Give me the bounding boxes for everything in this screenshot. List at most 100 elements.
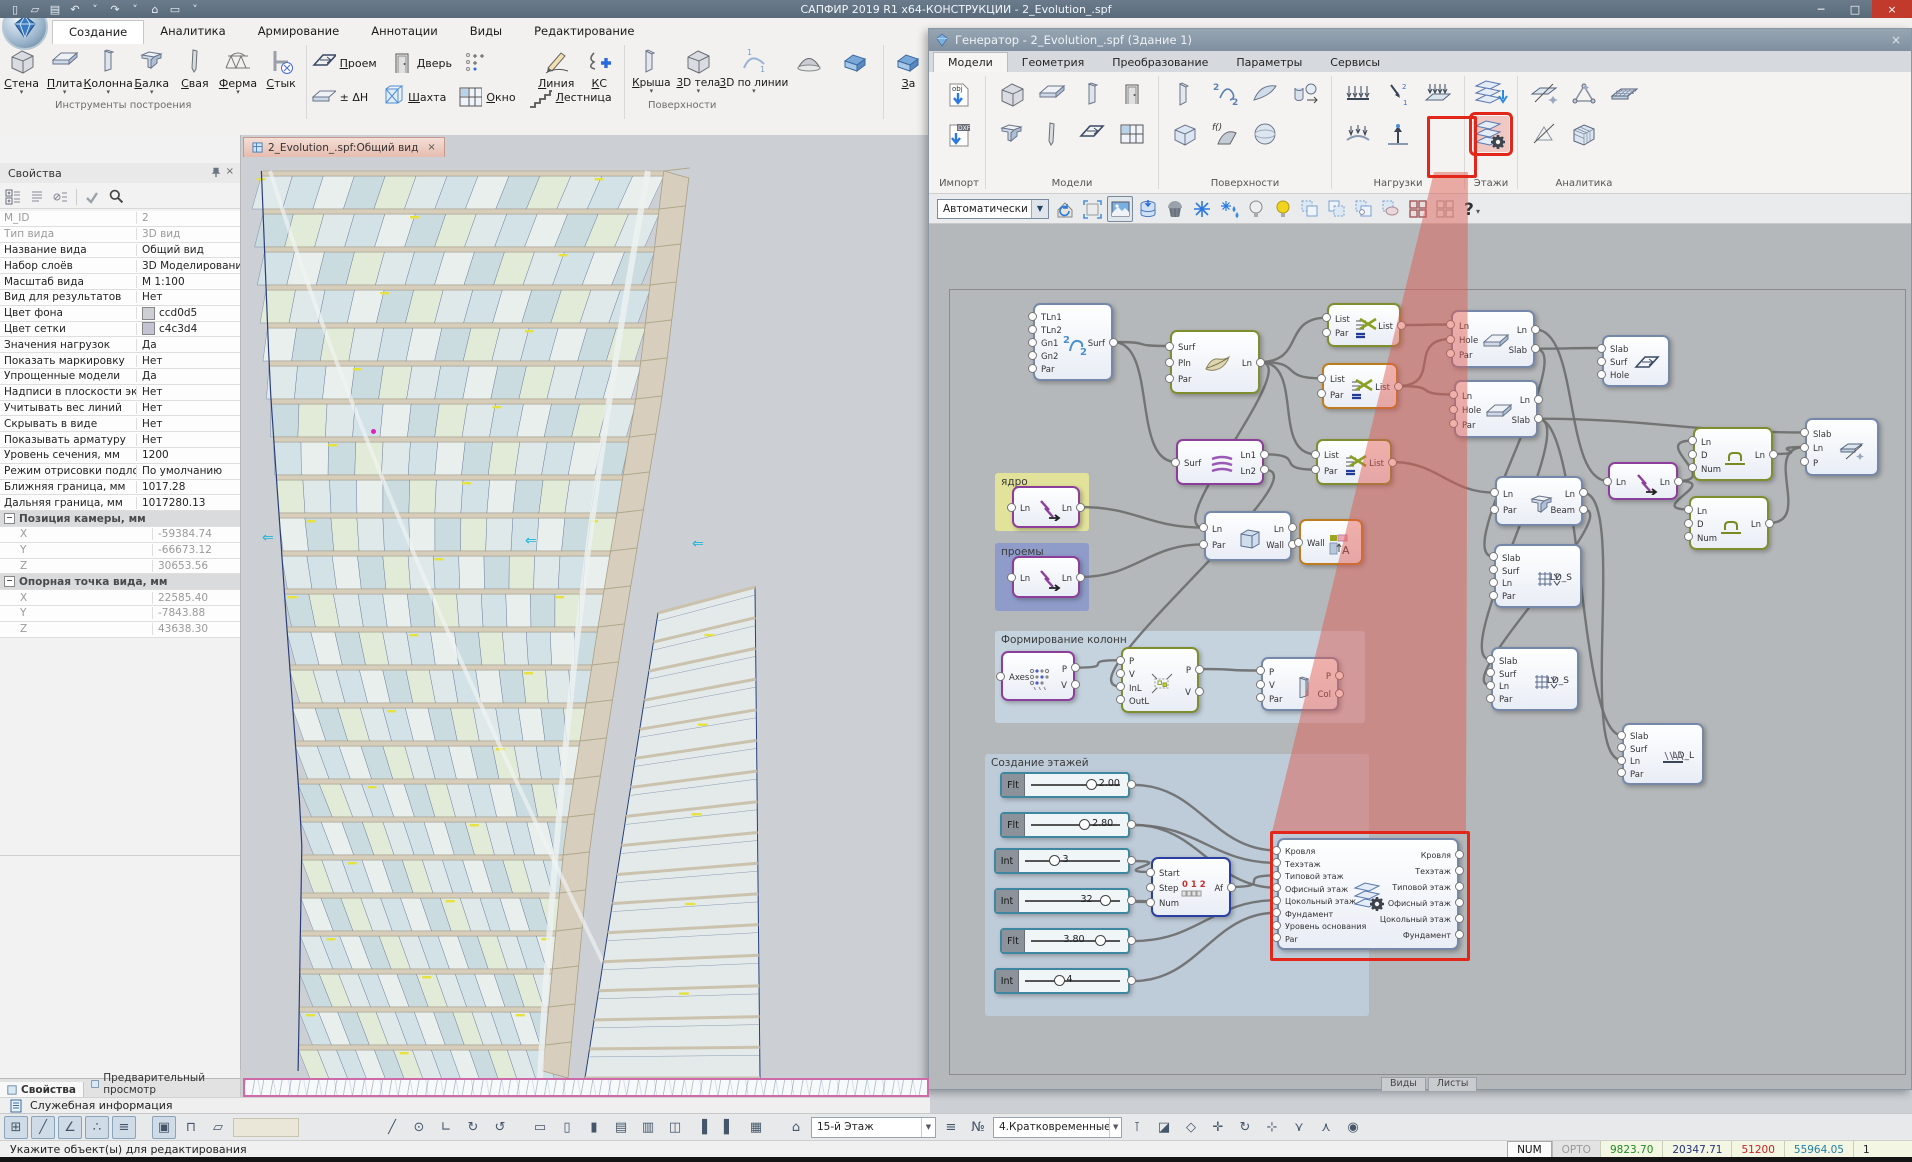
dropdown-caret[interactable]: ▾	[150, 90, 154, 95]
minimize-button[interactable]: ─	[1804, 0, 1838, 18]
tool-3D тела[interactable]: 3D тела▾	[675, 45, 722, 94]
slider-s6[interactable]: Int4	[994, 968, 1130, 994]
doors-green-2-icon[interactable]: ▌	[717, 1116, 741, 1139]
layers-stack-icon[interactable]: ≡	[939, 1116, 963, 1139]
slider-track[interactable]: 2.80	[1025, 814, 1128, 836]
property-value[interactable]: Нет	[137, 402, 240, 414]
column-button[interactable]	[1074, 76, 1110, 112]
slider-knob[interactable]	[1079, 819, 1090, 830]
input-port-V[interactable]	[1116, 669, 1125, 678]
property-row[interactable]: Показать маркировкуНет	[0, 353, 240, 369]
slider-track[interactable]: 4	[1019, 970, 1128, 992]
pile-button[interactable]	[1034, 116, 1070, 152]
door-button[interactable]	[1114, 76, 1150, 112]
property-value[interactable]: Нет	[137, 355, 240, 367]
ribbon-tab-Виды[interactable]: Виды	[454, 20, 518, 44]
input-port-Slab[interactable]	[1597, 344, 1606, 353]
tool-Дверь[interactable]: Дверь	[387, 49, 452, 78]
slider-s4[interactable]: Int32	[994, 888, 1130, 914]
property-row[interactable]: Вид для результатовНет	[0, 290, 240, 306]
rotate-y-icon[interactable]: ↺	[488, 1116, 512, 1139]
node-list1[interactable]: ListParList	[1327, 303, 1401, 347]
axis-y1-icon[interactable]: ⋎	[1287, 1116, 1311, 1139]
node-off2[interactable]: LnDNumLn	[1689, 496, 1769, 550]
load-filter-icon[interactable]: №	[966, 1116, 990, 1139]
load-up-button[interactable]	[1380, 116, 1416, 152]
preview-strip[interactable]	[243, 1078, 929, 1097]
ribbon-tab-Аналитика[interactable]: Аналитика	[144, 20, 241, 44]
property-row[interactable]: X22585.40	[0, 590, 240, 606]
property-value[interactable]: Нет	[137, 418, 240, 430]
property-row[interactable]: Y-66673.12	[0, 543, 240, 559]
grp3-icon[interactable]	[1352, 197, 1376, 221]
node-surfln[interactable]: SurfPlnParLn	[1170, 330, 1260, 394]
close-button[interactable]: ×	[1872, 0, 1912, 18]
property-row[interactable]: Упрощенные моделиДа	[0, 369, 240, 385]
property-value[interactable]: -7843.88	[153, 607, 240, 619]
input-port-Par[interactable]	[1028, 364, 1037, 373]
sync-home-icon[interactable]	[1053, 197, 1077, 221]
filter-list-icon[interactable]	[52, 188, 70, 206]
input-port-Step[interactable]	[1146, 883, 1155, 892]
input-port-Ln[interactable]	[1684, 505, 1693, 514]
cube-section-icon[interactable]: ◫	[663, 1116, 687, 1139]
property-row[interactable]: M_ID2	[0, 211, 240, 227]
output-port-Ln[interactable]	[1076, 503, 1085, 512]
rotate-tool-icon[interactable]: ↻	[1233, 1116, 1257, 1139]
diamond-check-icon[interactable]: ◇	[1179, 1116, 1203, 1139]
property-value[interactable]: Да	[137, 370, 240, 382]
tool-Колонна[interactable]: Колонна▾	[86, 45, 130, 95]
property-row[interactable]: Цвет фонаccd0d5	[0, 306, 240, 322]
load-point-button[interactable]: 21	[1380, 76, 1416, 112]
hatch-grid-icon[interactable]: ▦	[744, 1116, 768, 1139]
property-value[interactable]: 3D Моделирование	[137, 260, 240, 272]
node-list2[interactable]: ListParList	[1322, 363, 1398, 409]
generator-tab-Преобразование[interactable]: Преобразование	[1098, 53, 1222, 72]
collapse-icon[interactable]: −	[4, 576, 15, 587]
snow-drops-icon[interactable]	[1217, 197, 1241, 221]
maximize-button[interactable]: □	[1838, 0, 1872, 18]
curves2-button[interactable]: 22	[1207, 76, 1243, 112]
output-port-Ln[interactable]	[1769, 450, 1778, 459]
input-port-Surf[interactable]	[1165, 342, 1174, 351]
snap-axis-icon[interactable]: ≡	[112, 1116, 136, 1139]
slider-knob[interactable]	[1095, 935, 1106, 946]
box-button[interactable]	[1167, 116, 1203, 152]
property-value[interactable]: Нет	[137, 386, 240, 398]
node-list3[interactable]: ListParList	[1316, 439, 1392, 485]
property-value[interactable]: c4c3d4	[137, 322, 240, 335]
output-port-Ln1[interactable]	[1260, 450, 1269, 459]
node-contour[interactable]: SlabSurfHole	[1602, 335, 1670, 387]
proemI-button[interactable]	[1074, 116, 1110, 152]
beamI-button[interactable]	[994, 116, 1030, 152]
input-port-Num[interactable]	[1146, 898, 1155, 907]
input-port-Par[interactable]	[1486, 694, 1495, 703]
property-value[interactable]: 1017280.13	[137, 497, 240, 509]
property-value[interactable]: -59384.74	[153, 528, 240, 540]
input-port-Par[interactable]	[1256, 693, 1265, 702]
output-port-Beam[interactable]	[1579, 505, 1588, 514]
grp4-icon[interactable]	[1379, 197, 1403, 221]
property-row[interactable]: Надписи в плоскости эк...Нет	[0, 385, 240, 401]
input-port-Par[interactable]	[1322, 328, 1331, 337]
property-row[interactable]: Ближняя граница, мм1017.28	[0, 480, 240, 496]
tool-КС[interactable]: КС	[578, 45, 621, 90]
fdome-button[interactable]: f()	[1207, 116, 1243, 152]
slider-knob[interactable]	[1049, 855, 1060, 866]
input-port-V[interactable]	[1256, 680, 1265, 689]
input-port-Slab[interactable]	[1617, 731, 1626, 740]
tool-house3d[interactable]	[833, 45, 880, 77]
ribbon-tab-Аннотации[interactable]: Аннотации	[355, 20, 453, 44]
dropdown-caret[interactable]: ▾	[106, 90, 110, 95]
node-filt[interactable]: PVInLOutLPV	[1121, 647, 1199, 713]
tool-± ΔН[interactable]: ± ΔН	[310, 83, 369, 112]
input-port-Hole[interactable]	[1597, 370, 1606, 379]
dropdown-caret[interactable]: ▾	[752, 89, 756, 94]
slider-track[interactable]: 3.80	[1025, 930, 1128, 952]
input-port-Surf[interactable]	[1171, 458, 1180, 467]
snap-angle-icon[interactable]: ∠	[58, 1116, 82, 1139]
cube-gear-icon[interactable]: ▥	[636, 1116, 660, 1139]
input-port-Ln[interactable]	[1617, 756, 1626, 765]
output-port-P[interactable]	[1195, 665, 1204, 674]
input-port-Axes[interactable]	[996, 672, 1005, 681]
